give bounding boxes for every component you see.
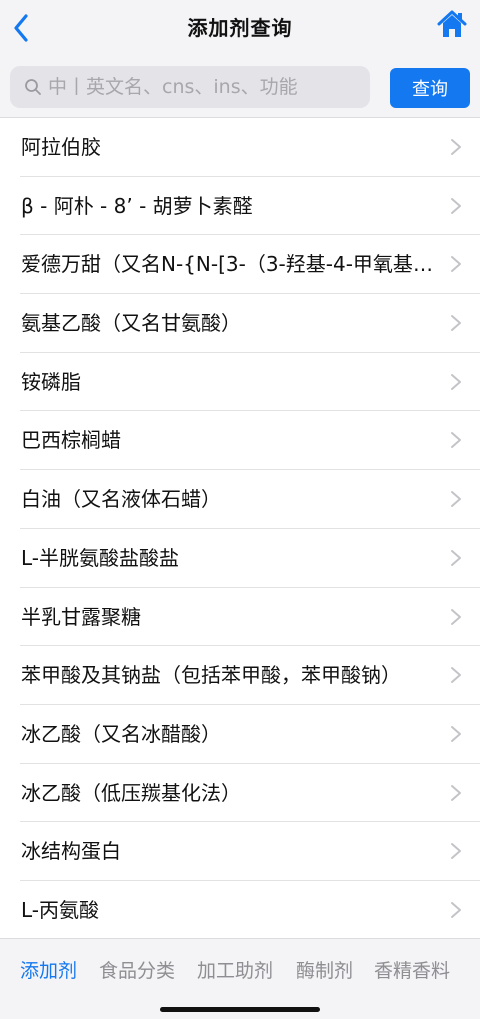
list-item-label: 爱德万甜（又名N-{N-[3-（3-羟基-4-甲氧基苯基）丙基]-α-天门冬氨酰… — [21, 252, 436, 277]
tab-processing-aids[interactable]: 加工助剂 — [197, 956, 273, 983]
chevron-right-icon — [451, 784, 461, 801]
list-item-label: 铵磷脂 — [21, 369, 81, 394]
tab-bar: 添加剂 食品分类 加工助剂 酶制剂 香精香料 — [0, 938, 480, 1019]
tab-enzymes[interactable]: 酶制剂 — [296, 956, 353, 983]
list-item[interactable]: L-半胱氨酸盐酸盐 — [0, 529, 480, 588]
chevron-right-icon — [451, 608, 461, 625]
home-button[interactable] — [436, 8, 468, 40]
list-item-label: 巴西棕榈蜡 — [21, 428, 121, 453]
top-area: 添加剂查询 查询 — [0, 0, 480, 118]
chevron-right-icon — [451, 901, 461, 918]
list-item[interactable]: L-丙氨酸 — [0, 881, 480, 940]
search-button[interactable]: 查询 — [390, 68, 470, 108]
search-box[interactable] — [10, 66, 370, 108]
list-item[interactable]: 巴西棕榈蜡 — [0, 411, 480, 470]
list-item[interactable]: 冰结构蛋白 — [0, 822, 480, 881]
list-item-label: 阿拉伯胶 — [21, 135, 101, 159]
list-item[interactable]: 冰乙酸（又名冰醋酸） — [0, 705, 480, 764]
home-indicator — [160, 1007, 320, 1012]
list-item[interactable]: 半乳甘露聚糖 — [0, 588, 480, 647]
list-item-label: L-丙氨酸 — [21, 897, 100, 922]
chevron-right-icon — [451, 432, 461, 449]
home-icon — [437, 10, 467, 37]
list-item[interactable]: 苯甲酸及其钠盐（包括苯甲酸，苯甲酸钠） — [0, 646, 480, 705]
chevron-right-icon — [451, 667, 461, 684]
chevron-right-icon — [451, 139, 461, 155]
list-item-label: 白油（又名液体石蜡） — [21, 487, 221, 512]
search-input[interactable] — [48, 66, 338, 108]
chevron-right-icon — [451, 549, 461, 566]
chevron-right-icon — [451, 373, 461, 390]
tab-additives[interactable]: 添加剂 — [20, 956, 77, 983]
chevron-right-icon — [451, 197, 461, 214]
chevron-right-icon — [451, 315, 461, 332]
tab-food-categories[interactable]: 食品分类 — [99, 956, 175, 983]
list-item[interactable]: 阿拉伯胶 — [0, 118, 480, 177]
chevron-right-icon — [451, 491, 461, 508]
search-icon — [25, 79, 41, 95]
navigation-bar: 添加剂查询 — [0, 0, 480, 56]
page-title: 添加剂查询 — [187, 16, 293, 40]
list-item[interactable]: 氨基乙酸（又名甘氨酸） — [0, 294, 480, 353]
list-item-label: 冰乙酸（又名冰醋酸） — [21, 721, 221, 746]
list-item-label: β - 阿朴 - 8’ - 胡萝卜素醛 — [21, 193, 253, 218]
list-item[interactable]: 爱德万甜（又名N-{N-[3-（3-羟基-4-甲氧基苯基）丙基]-α-天门冬氨酰… — [0, 235, 480, 294]
chevron-right-icon — [451, 725, 461, 742]
chevron-right-icon — [451, 256, 461, 273]
list-item[interactable]: 冰乙酸（低压羰基化法） — [0, 764, 480, 823]
list-item-label: 冰结构蛋白 — [21, 839, 121, 864]
chevron-right-icon — [451, 843, 461, 860]
list-item-label: 半乳甘露聚糖 — [21, 604, 141, 629]
additive-list: 阿拉伯胶 β - 阿朴 - 8’ - 胡萝卜素醛 爱德万甜（又名N-{N-[3-… — [0, 118, 480, 940]
list-item[interactable]: 铵磷脂 — [0, 353, 480, 412]
list-item-label: 冰乙酸（低压羰基化法） — [21, 780, 241, 805]
list-item-label: 氨基乙酸（又名甘氨酸） — [21, 311, 241, 336]
list-item-label: L-半胱氨酸盐酸盐 — [21, 545, 180, 570]
list-item[interactable]: β - 阿朴 - 8’ - 胡萝卜素醛 — [0, 177, 480, 236]
list-item-label: 苯甲酸及其钠盐（包括苯甲酸，苯甲酸钠） — [21, 663, 401, 688]
list-item[interactable]: 白油（又名液体石蜡） — [0, 470, 480, 529]
tab-flavors[interactable]: 香精香料 — [374, 956, 450, 983]
search-row: 查询 — [0, 66, 480, 108]
